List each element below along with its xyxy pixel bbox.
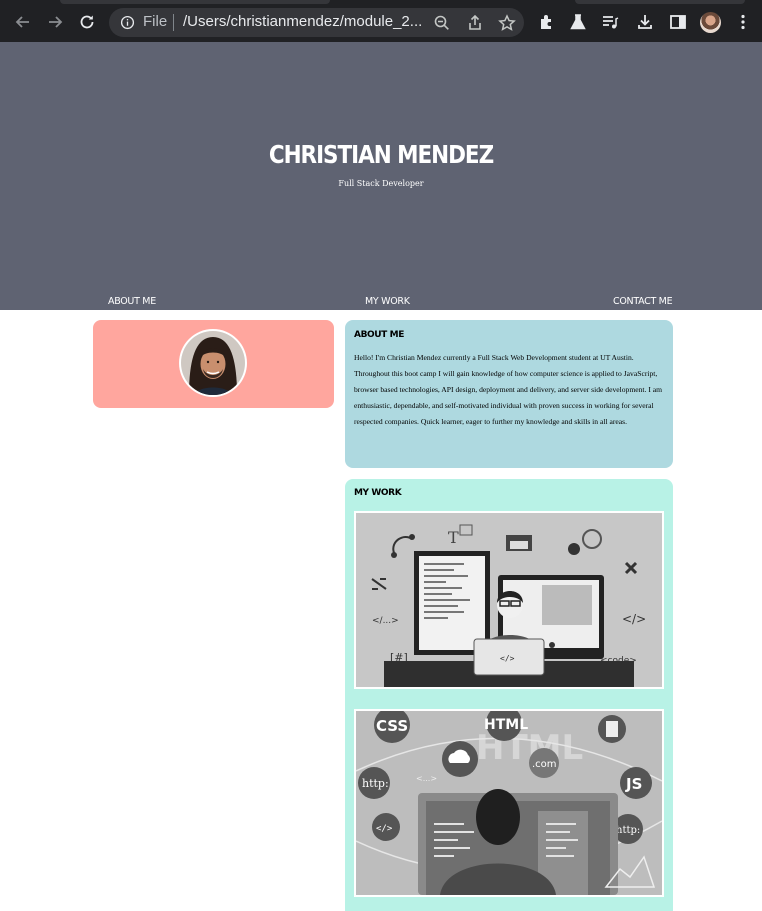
page-subtitle: Full Stack Developer (338, 179, 424, 188)
code-glyph-tag: </> (622, 612, 646, 626)
arrow-left-icon (15, 16, 29, 28)
text-glyph-t: T (448, 528, 459, 547)
puzzle-icon[interactable] (537, 12, 557, 32)
tag-glyph-label: <...> (416, 774, 437, 783)
address-url[interactable]: /Users/christianmendez/module_2... (183, 13, 423, 30)
nav-link-my-work[interactable]: MY WORK (365, 296, 410, 307)
address-divider (173, 14, 174, 31)
address-bar[interactable]: File /Users/christianmendez/module_2... (109, 8, 524, 37)
forward-button[interactable] (42, 9, 68, 35)
flask-icon[interactable] (568, 12, 588, 32)
js-badge-label: JS (625, 775, 642, 793)
reload-button[interactable] (74, 9, 100, 35)
back-button[interactable] (10, 9, 36, 35)
side-panel-icon[interactable] (668, 12, 688, 32)
browser-toolbar: File /Users/christianmendez/module_2... (0, 0, 762, 42)
my-work-section: MY WORK T </...> [#] </> <code> (345, 479, 673, 911)
profile-photo (179, 329, 247, 397)
arrow-right-icon (49, 16, 63, 28)
reload-icon (80, 15, 94, 29)
code-glyph-ellipsis: </...> (372, 616, 399, 626)
dotcom-badge-label: .com (532, 759, 557, 770)
css-badge-label: CSS (376, 717, 408, 735)
profile-portrait-image (181, 331, 245, 395)
zoom-out-icon[interactable] (433, 14, 451, 32)
about-me-heading: ABOUT ME (354, 330, 404, 340)
web-technologies-illustration: HTML CSS HTML http: JS .com http: <...> … (356, 711, 662, 895)
http-badge-label-right: http: (616, 825, 640, 836)
html-badge-label: HTML (484, 717, 528, 733)
my-work-heading: MY WORK (354, 488, 402, 498)
tab-strip (0, 0, 762, 4)
svg-text:</>: </> (376, 824, 393, 834)
star-icon[interactable] (498, 14, 516, 32)
http-badge-label-left: http: (362, 777, 389, 790)
nav-link-about-me[interactable]: ABOUT ME (108, 296, 156, 307)
download-icon[interactable] (635, 12, 655, 32)
work-project-image-web-technologies[interactable]: HTML CSS HTML http: JS .com http: <...> … (354, 709, 664, 897)
page-title: CHRISTIAN MENDEZ (268, 140, 494, 169)
developer-illustration: T </...> [#] </> <code> (356, 513, 662, 687)
kebab-menu-icon[interactable] (733, 12, 753, 32)
page-header: CHRISTIAN MENDEZ Full Stack Developer AB… (0, 42, 762, 310)
svg-text:</>: </> (500, 654, 515, 663)
about-me-text: Hello! I'm Christian Mendez currently a … (354, 353, 663, 426)
info-icon[interactable] (120, 15, 135, 30)
playlist-icon[interactable] (600, 12, 620, 32)
share-icon[interactable] (466, 14, 484, 32)
about-me-section: ABOUT ME Hello! I'm Christian Mendez cur… (345, 320, 673, 468)
address-scheme-label: File (143, 13, 168, 30)
profile-card (93, 320, 334, 408)
profile-avatar[interactable] (700, 12, 721, 33)
work-project-image-developer-desk[interactable]: T </...> [#] </> <code> (354, 511, 664, 689)
nav-link-contact-me[interactable]: CONTACT ME (613, 296, 673, 307)
